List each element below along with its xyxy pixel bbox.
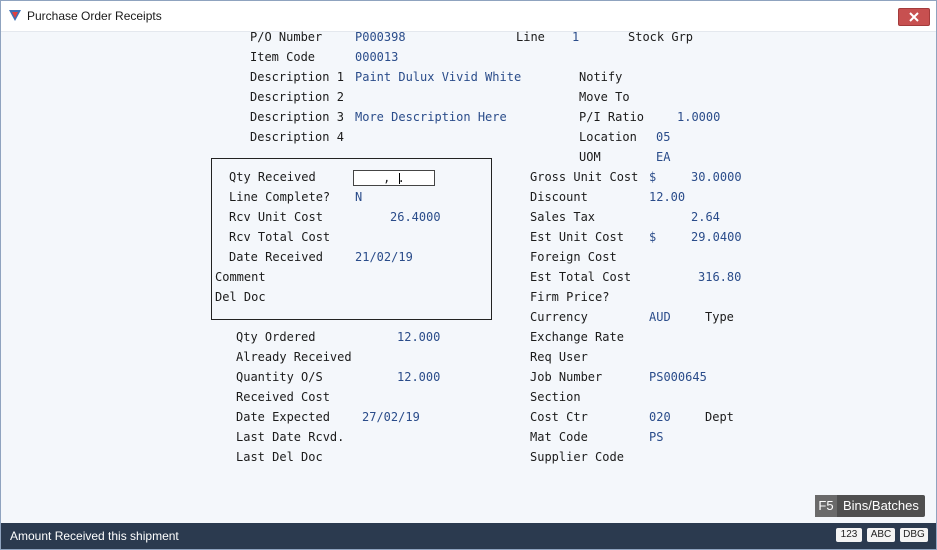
date-received-label: Date Received xyxy=(229,250,323,264)
req-user-label: Req User xyxy=(530,350,588,364)
job-number-label: Job Number xyxy=(530,370,603,384)
qty-ordered-label: Qty Ordered xyxy=(236,330,316,344)
est-unit-cost-currency: $ xyxy=(649,230,657,244)
close-icon xyxy=(909,12,919,22)
pi-ratio-value: 1.0000 xyxy=(677,110,721,124)
qty-ordered-value: 12.000 xyxy=(397,330,441,344)
uom-value: EA xyxy=(656,150,671,164)
title-bar: Purchase Order Receipts xyxy=(1,1,936,32)
est-total-cost-value: 316.80 xyxy=(698,270,742,284)
firm-price-label: Firm Price? xyxy=(530,290,610,304)
purchase-order-receipts-window: Purchase Order Receipts P/O Number P0003… xyxy=(0,0,937,550)
currency-value: AUD xyxy=(649,310,671,324)
job-number-value: PS000645 xyxy=(649,370,707,384)
date-expected-label: Date Expected xyxy=(236,410,330,424)
qty-received-label: Qty Received xyxy=(229,170,316,184)
section-label: Section xyxy=(530,390,581,404)
received-cost-label: Received Cost xyxy=(236,390,330,404)
text-caret xyxy=(399,173,400,184)
del-doc-label: Del Doc xyxy=(215,290,266,304)
last-del-doc-label: Last Del Doc xyxy=(236,450,323,464)
date-received-field[interactable]: 21/02/19 xyxy=(355,250,413,264)
location-value: 05 xyxy=(656,130,671,144)
gross-unit-cost-value: 30.0000 xyxy=(691,170,742,184)
line-value: 1 xyxy=(572,30,580,44)
sales-tax-value: 2.64 xyxy=(691,210,720,224)
cost-ctr-label: Cost Ctr xyxy=(530,410,588,424)
stock-grp-label: Stock Grp xyxy=(628,30,694,44)
numeric-mode-indicator: 123 xyxy=(836,528,862,542)
line-label: Line xyxy=(516,30,545,44)
quantity-os-value: 12.000 xyxy=(397,370,441,384)
status-bar: Amount Received this shipment 123 ABC DB… xyxy=(1,523,936,549)
sales-tax-label: Sales Tax xyxy=(530,210,596,224)
mat-code-label: Mat Code xyxy=(530,430,588,444)
pi-ratio-label: P/I Ratio xyxy=(579,110,645,124)
supplier-code-label: Supplier Code xyxy=(530,450,624,464)
alpha-mode-indicator: ABC xyxy=(867,528,895,542)
date-expected-value: 27/02/19 xyxy=(362,410,420,424)
foreign-cost-label: Foreign Cost xyxy=(530,250,617,264)
quantity-os-label: Quantity O/S xyxy=(236,370,323,384)
line-complete-label: Line Complete? xyxy=(229,190,331,204)
bins-batches-label: Bins/Batches xyxy=(843,498,919,513)
item-code-label: Item Code xyxy=(250,50,316,64)
currency-label: Currency xyxy=(530,310,588,324)
gross-unit-cost-label: Gross Unit Cost xyxy=(530,170,639,184)
dept-label: Dept xyxy=(705,410,734,424)
f5-key-badge: F5 xyxy=(815,495,837,517)
comment-label: Comment xyxy=(215,270,266,284)
debug-indicator: DBG xyxy=(900,528,928,542)
cost-ctr-value: 020 xyxy=(649,410,671,424)
description-1-value: Paint Dulux Vivid White xyxy=(355,70,522,84)
est-unit-cost-value: 29.0400 xyxy=(691,230,742,244)
description-3-value: More Description Here xyxy=(355,110,507,124)
discount-value: 12.00 xyxy=(649,190,686,204)
move-to-label: Move To xyxy=(579,90,630,104)
last-date-rcvd-label: Last Date Rcvd. xyxy=(236,430,345,444)
item-code-value: 000013 xyxy=(355,50,399,64)
po-number-value: P000398 xyxy=(355,30,406,44)
type-label: Type xyxy=(705,310,734,324)
description-2-label: Description 2 xyxy=(250,90,344,104)
location-label: Location xyxy=(579,130,637,144)
exchange-rate-label: Exchange Rate xyxy=(530,330,624,344)
description-4-label: Description 4 xyxy=(250,130,344,144)
window-title: Purchase Order Receipts xyxy=(27,9,162,23)
uom-label: UOM xyxy=(579,150,601,164)
rcv-total-cost-label: Rcv Total Cost xyxy=(229,230,331,244)
already-received-label: Already Received xyxy=(236,350,352,364)
mat-code-value: PS xyxy=(649,430,664,444)
discount-label: Discount xyxy=(530,190,588,204)
qty-received-input[interactable]: , . xyxy=(353,170,435,186)
app-logo-icon xyxy=(9,10,21,21)
gross-unit-cost-currency: $ xyxy=(649,170,657,184)
rcv-unit-cost-label: Rcv Unit Cost xyxy=(229,210,323,224)
est-total-cost-label: Est Total Cost xyxy=(530,270,632,284)
notify-label: Notify xyxy=(579,70,623,84)
status-message: Amount Received this shipment xyxy=(10,529,179,543)
line-complete-field[interactable]: N xyxy=(355,190,362,204)
qty-received-mask: , . xyxy=(383,171,405,185)
close-button[interactable] xyxy=(898,8,930,26)
description-3-label: Description 3 xyxy=(250,110,344,124)
rcv-unit-cost-field[interactable]: 26.4000 xyxy=(390,210,441,224)
po-number-label: P/O Number xyxy=(250,30,323,44)
bins-batches-button[interactable]: F5 Bins/Batches xyxy=(815,495,925,517)
est-unit-cost-label: Est Unit Cost xyxy=(530,230,624,244)
description-1-label: Description 1 xyxy=(250,70,344,84)
